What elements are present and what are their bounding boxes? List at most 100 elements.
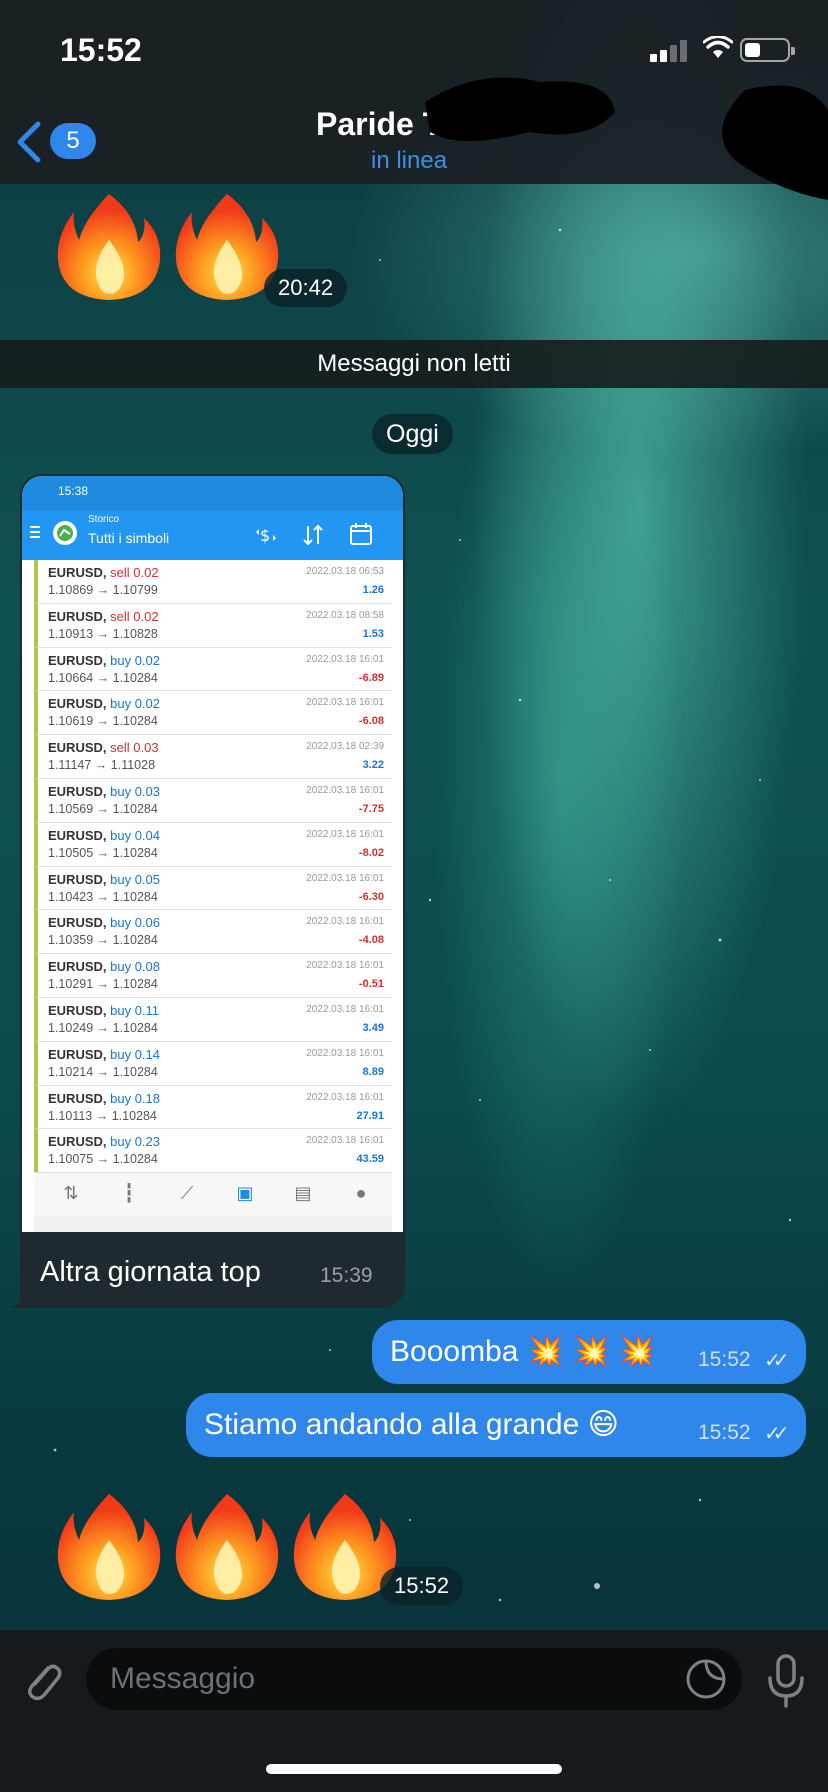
trade-row: EURUSD, sell 0.02 1.10913 → 1.10828 2022.0… xyxy=(34,603,392,648)
bubble-tail xyxy=(10,1286,32,1308)
date-separator: Oggi xyxy=(372,414,453,454)
trade-title: EURUSD, buy 0.03 xyxy=(48,783,160,799)
trade-prices: 1.10869 → 1.10799 xyxy=(48,583,158,597)
quotes-tab-icon: ⇅ xyxy=(63,1183,79,1203)
emoji-message[interactable] xyxy=(54,1490,408,1602)
trade-title: EURUSD, buy 0.02 xyxy=(48,696,160,712)
trade-profit: -6.89 xyxy=(358,671,384,684)
trade-side: sell 0.02 xyxy=(110,608,159,624)
screenshot-app-bar: Storico Tutti i simboli $ xyxy=(22,510,403,560)
trade-tab-icon: ⟋ xyxy=(180,1183,194,1203)
trade-prices: 1.10619 → 1.10284 xyxy=(48,714,158,729)
menu-icon xyxy=(30,526,40,538)
battery-icon xyxy=(740,38,795,62)
trade-profit: -0.51 xyxy=(358,978,384,991)
trade-date: 2022.03.18 08:58 xyxy=(306,609,384,621)
trade-profit: 8.89 xyxy=(362,1065,384,1078)
trade-profit: 1.53 xyxy=(362,627,384,640)
trade-side: buy 0.02 xyxy=(110,652,160,668)
home-indicator[interactable] xyxy=(266,1764,562,1774)
trade-profit: 3.22 xyxy=(362,759,384,772)
message-list[interactable]: 20:42 Messaggi non letti Oggi 15:38 Stor… xyxy=(0,0,828,1792)
app-logo-icon xyxy=(53,521,77,545)
trade-profit: -6.30 xyxy=(358,890,384,903)
trade-side: buy 0.23 xyxy=(110,1134,160,1150)
trade-date: 2022.03.18 16:01 xyxy=(306,872,384,884)
message-composer: Messaggio xyxy=(0,1630,828,1792)
trade-row: EURUSD, buy 0.03 1.10569 → 1.10284 2022.03… xyxy=(34,778,392,823)
trade-title: EURUSD, buy 0.23 xyxy=(48,1134,160,1150)
screenshot-title-small: Storico xyxy=(88,514,120,525)
outgoing-message[interactable]: Booomba 💥 💥 💥 15:52 ✓✓ xyxy=(372,1320,806,1384)
trade-row: EURUSD, buy 0.14 1.10214 → 1.10284 2022.03… xyxy=(34,1041,392,1086)
trade-prices: 1.10664 → 1.10284 xyxy=(48,670,158,685)
trade-prices: 1.11147 → 1.11028 xyxy=(48,758,156,773)
trade-prices: 1.10505 → 1.10284 xyxy=(48,845,158,860)
trade-prices: 1.10913 → 1.10828 xyxy=(48,626,158,641)
currency-icon: $ xyxy=(256,526,276,545)
message-text: Stiamo andando alla grande 😄 xyxy=(204,1408,619,1441)
read-receipt-icon: ✓✓ xyxy=(764,1350,789,1372)
emoji-message[interactable] xyxy=(54,190,290,302)
attach-icon[interactable] xyxy=(18,1656,66,1704)
trade-side: sell 0.02 xyxy=(110,565,159,580)
trade-profit: 3.49 xyxy=(362,1021,384,1034)
trade-side: buy 0.06 xyxy=(110,915,160,931)
cellular-signal-icon xyxy=(650,38,690,62)
screenshot-nav-bar xyxy=(34,1216,392,1232)
message-time: 15:52 xyxy=(698,1348,751,1371)
trade-row: EURUSD, buy 0.02 1.10619 → 1.10284 2022.03… xyxy=(34,691,392,736)
mic-icon[interactable] xyxy=(762,1652,810,1708)
trade-title: EURUSD, sell 0.03 xyxy=(48,740,159,756)
trade-date: 2022.03.18 02:39 xyxy=(306,741,384,753)
trade-title: EURUSD, buy 0.06 xyxy=(48,915,160,931)
trade-date: 2022.03.18 06:53 xyxy=(306,566,384,577)
trade-title: EURUSD, buy 0.05 xyxy=(48,871,160,887)
trade-title: EURUSD, buy 0.14 xyxy=(48,1046,160,1062)
trade-date: 2022.03.18 16:01 xyxy=(306,1135,384,1147)
chart-tab-icon: ┇ xyxy=(123,1183,135,1203)
trade-side: buy 0.05 xyxy=(110,871,160,887)
trade-row: EURUSD, buy 0.23 1.10075 → 1.10284 2022.03… xyxy=(34,1129,392,1172)
sticker-icon[interactable] xyxy=(684,1657,728,1701)
trade-date: 2022.03.18 16:01 xyxy=(306,1047,384,1059)
trade-profit: -7.75 xyxy=(358,802,384,815)
trade-history-list: EURUSD, sell 0.02 1.10869 → 1.10799 2022.0… xyxy=(34,560,392,1172)
trade-row: EURUSD, buy 0.02 1.10664 → 1.10284 2022.03… xyxy=(34,647,392,692)
trade-title: EURUSD, buy 0.11 xyxy=(48,1002,160,1018)
outgoing-message[interactable]: Stiamo andando alla grande 😄 15:52 ✓✓ xyxy=(186,1393,806,1457)
trade-side: buy 0.04 xyxy=(110,827,160,843)
trade-prices: 1.10214 → 1.10284 xyxy=(48,1064,158,1079)
photo-message[interactable]: 15:38 Storico Tutti i simboli $ EURUSD, … xyxy=(10,474,405,1308)
trade-profit: 1.26 xyxy=(362,584,384,596)
trade-date: 2022.03.18 16:01 xyxy=(306,960,384,972)
trade-date: 2022.03.18 16:01 xyxy=(306,1091,384,1103)
trade-row: EURUSD, sell 0.03 1.11147 → 1.11028 2022.0… xyxy=(34,735,392,779)
trade-prices: 1.10359 → 1.10284 xyxy=(48,933,158,948)
chat-tab-icon: ● xyxy=(355,1183,367,1203)
trade-profit: -6.08 xyxy=(358,715,384,728)
news-tab-icon: ▤ xyxy=(294,1183,312,1203)
fire-emoji xyxy=(175,1494,279,1600)
back-chevron-icon xyxy=(17,121,41,163)
trade-side: buy 0.08 xyxy=(110,959,160,975)
trade-side: buy 0.03 xyxy=(110,783,160,799)
trade-title: EURUSD, buy 0.02 xyxy=(48,652,160,668)
message-time: 20:42 xyxy=(264,269,348,307)
trade-row: EURUSD, buy 0.04 1.10505 → 1.10284 2022.03… xyxy=(34,822,392,867)
trade-title: EURUSD, buy 0.08 xyxy=(48,959,160,975)
trade-row: EURUSD, sell 0.02 1.10869 → 1.10799 2022.0… xyxy=(34,560,392,604)
trade-prices: 1.10113 → 1.10284 xyxy=(48,1108,157,1123)
unread-count-badge: 5 xyxy=(50,123,96,159)
redaction-scribble xyxy=(722,85,828,200)
message-input-placeholder: Messaggio xyxy=(110,1662,256,1695)
back-button[interactable]: 5 xyxy=(14,118,96,166)
trade-history-screenshot[interactable]: 15:38 Storico Tutti i simboli $ EURUSD, … xyxy=(22,476,403,1232)
message-time: 15:52 xyxy=(698,1421,751,1444)
screenshot-status-bar: 15:38 xyxy=(22,476,403,510)
message-input[interactable]: Messaggio xyxy=(86,1648,742,1710)
fire-emoji xyxy=(57,194,161,300)
trade-side: buy 0.11 xyxy=(110,1002,160,1018)
status-bar: 15:52 xyxy=(0,0,828,100)
status-time: 15:52 xyxy=(60,32,142,68)
